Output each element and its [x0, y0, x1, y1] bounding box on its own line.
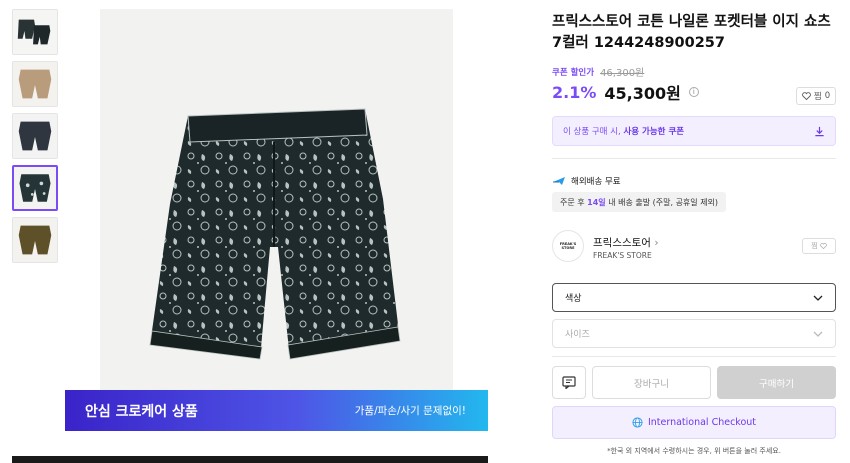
- store-fav-button[interactable]: 찜: [802, 238, 836, 254]
- chevron-right-icon: ›: [654, 237, 659, 249]
- product-main-image: [100, 9, 453, 390]
- thumbnail-list: [12, 9, 59, 269]
- store-info[interactable]: FREAK'S STORE 프릭스스토어 › FREAK'S STORE 찜: [552, 230, 836, 266]
- shipping-note: 주문 후 14일 내 배송 출발 (주말, 공휴일 제외): [552, 192, 727, 212]
- shipping-note-prefix: 주문 후: [560, 197, 585, 207]
- memo-button[interactable]: [552, 366, 586, 399]
- thumbnail-3[interactable]: [12, 113, 58, 159]
- shipping-row: 해외배송 무료: [552, 175, 621, 187]
- shipping-note-suffix: 내 배송 출발 (주말, 공휴일 제외): [608, 197, 719, 207]
- thumbnail-5[interactable]: [12, 217, 58, 263]
- thumbnail-4-selected[interactable]: [12, 165, 58, 211]
- globe-icon: [632, 417, 643, 428]
- store-logo: FREAK'S STORE: [552, 230, 584, 262]
- size-select[interactable]: 사이즈: [552, 319, 836, 348]
- product-title: 프릭스스토어 코튼 나일론 포켓터블 이지 쇼츠 7컬러 12442489002…: [552, 14, 831, 51]
- divider: [552, 356, 836, 357]
- banner-subtitle: 가품/파손/사기 문제없이!: [354, 405, 466, 417]
- store-fav-label: 찜: [811, 242, 818, 250]
- original-price: 46,300원: [600, 68, 645, 79]
- airplane-icon: [553, 177, 565, 185]
- cart-button[interactable]: 장바구니: [592, 366, 711, 399]
- bottom-dark-bar: [12, 456, 488, 463]
- banner-title: 안심 크로케어 상품: [85, 403, 198, 420]
- buy-button[interactable]: 구매하기: [717, 366, 836, 399]
- shipping-label: 해외배송 무료: [571, 177, 621, 187]
- coupon-text: 이 상품 구매 시, 사용 가능한 쿠폰: [563, 125, 684, 137]
- thumbnail-2[interactable]: [12, 61, 58, 107]
- store-subname: FREAK'S STORE: [593, 251, 652, 260]
- shipping-days: 14일: [587, 197, 606, 207]
- product-page: 안심 크로케어 상품 가품/파손/사기 문제없이! 프릭스스토어 코튼 나일론 …: [0, 0, 850, 463]
- download-icon: [815, 126, 824, 136]
- color-select[interactable]: 색상: [552, 283, 836, 312]
- discount-rate: 2.1%: [552, 82, 597, 102]
- international-checkout-button[interactable]: International Checkout: [552, 406, 836, 439]
- coupon-label: 쿠폰 할인가: [552, 67, 595, 78]
- coupon-text-2: 사용 가능한 쿠폰: [623, 127, 685, 137]
- coupon-text-1: 이 상품 구매 시,: [563, 127, 621, 137]
- wish-button[interactable]: 찜 0: [796, 87, 836, 105]
- intl-checkout-label: International Checkout: [647, 417, 757, 428]
- heart-icon: [802, 92, 811, 100]
- chevron-down-icon: [813, 331, 823, 337]
- store-name[interactable]: 프릭스스토어 ›: [593, 235, 659, 250]
- wish-count: 0: [824, 91, 831, 101]
- size-select-label: 사이즈: [565, 330, 590, 340]
- safe-care-banner[interactable]: 안심 크로케어 상품 가품/파손/사기 문제없이!: [65, 390, 488, 431]
- footnote: *한국 외 지역에서 수령하시는 경우, 위 버튼을 눌러 주세요.: [607, 447, 781, 455]
- sale-price: 45,300원: [604, 84, 681, 103]
- store-name-text: 프릭스스토어: [593, 237, 651, 249]
- action-row: 장바구니 구매하기: [552, 366, 836, 399]
- coupon-download-box[interactable]: 이 상품 구매 시, 사용 가능한 쿠폰: [552, 116, 836, 146]
- thumbnail-1[interactable]: [12, 9, 58, 55]
- divider: [552, 158, 836, 159]
- coupon-price-row: 쿠폰 할인가 46,300원: [552, 64, 645, 80]
- chevron-down-icon: [813, 295, 823, 301]
- price-row: 2.1% 45,300원 i: [552, 80, 699, 104]
- wish-label: 찜: [813, 92, 822, 102]
- info-icon[interactable]: i: [688, 87, 699, 97]
- memo-icon: [562, 376, 576, 389]
- heart-icon: [819, 243, 827, 249]
- color-select-label: 색상: [565, 294, 582, 304]
